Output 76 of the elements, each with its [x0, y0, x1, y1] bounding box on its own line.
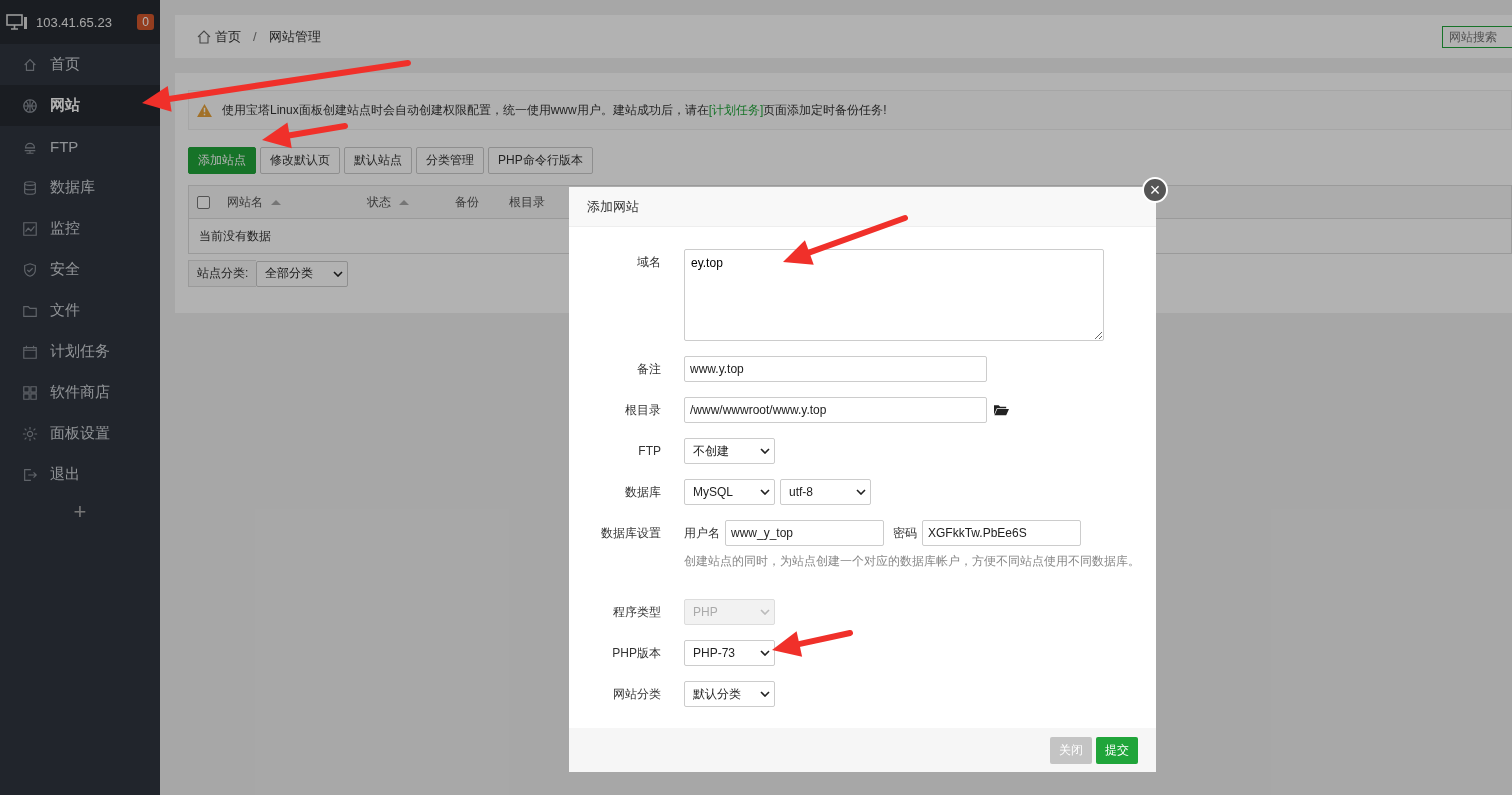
home-icon: [197, 29, 211, 44]
sidebar-item[interactable]: 首页: [0, 44, 160, 85]
charset-select[interactable]: utf-8: [780, 479, 871, 505]
sidebar-item[interactable]: 数据库: [0, 167, 160, 208]
ftp-select[interactable]: 不创建: [684, 438, 775, 464]
sidebar-item[interactable]: 监控: [0, 208, 160, 249]
field-label: 根目录: [624, 402, 661, 419]
home-icon: [22, 56, 38, 73]
toolbar-button[interactable]: 默认站点: [344, 147, 412, 174]
field-label: 程序类型: [612, 604, 661, 621]
hint-text: 创建站点的同时，为站点创建一个对应的数据库帐户，方便不同站点使用不同数据库。: [684, 553, 1140, 570]
database-select[interactable]: MySQL: [684, 479, 775, 505]
column-header[interactable]: 根目录: [509, 193, 545, 211]
toolbar-button[interactable]: 修改默认页: [260, 147, 340, 174]
chevron-down-icon[interactable]: [760, 448, 770, 454]
gear-icon: [22, 425, 38, 442]
field-label: 数据库: [624, 484, 661, 501]
select-all-checkbox[interactable]: [197, 195, 210, 209]
sidebar-item[interactable]: 面板设置: [0, 413, 160, 454]
field-label: 用户名: [684, 525, 720, 542]
grid-icon: [22, 384, 38, 401]
sidebar-item[interactable]: 安全: [0, 249, 160, 290]
chevron-down-icon[interactable]: [760, 650, 770, 656]
empty-message: 当前没有数据: [199, 227, 271, 245]
field-label: 密码: [893, 525, 917, 542]
column-header[interactable]: 备份: [455, 193, 509, 211]
sidebar-item[interactable]: 计划任务: [0, 331, 160, 372]
toolbar-button[interactable]: 分类管理: [416, 147, 484, 174]
sidebar-item[interactable]: 软件商店: [0, 372, 160, 413]
column-header[interactable]: 状态: [367, 193, 455, 211]
field-label: 备注: [636, 361, 661, 378]
breadcrumb-separator: /: [253, 29, 257, 44]
password-field[interactable]: XGFkkTw.PbEe6S: [922, 520, 1081, 546]
chevron-down-icon[interactable]: [856, 489, 866, 495]
category-select[interactable]: 全部分类: [256, 260, 349, 287]
add-button[interactable]: +: [67, 499, 93, 525]
chevron-down-icon[interactable]: [760, 691, 770, 697]
breadcrumb-current: 网站管理: [268, 27, 321, 46]
logout-icon: [22, 466, 38, 483]
globe-icon: [22, 97, 38, 114]
domain-field[interactable]: ey.top: [684, 249, 1104, 341]
chevron-down-icon[interactable]: [333, 270, 344, 277]
field-label: FTP: [637, 443, 661, 460]
database-icon: [22, 179, 38, 196]
root-directory-field[interactable]: /www/wwwroot/www.y.top: [684, 397, 987, 423]
sidebar-item[interactable]: FTP: [0, 126, 160, 167]
column-header[interactable]: 网站名: [227, 193, 367, 211]
folder-icon[interactable]: [994, 404, 1009, 416]
field-label: 数据库设置: [600, 525, 661, 542]
notice-link[interactable]: [计划任务]: [708, 102, 764, 117]
chart-icon: [22, 220, 38, 237]
chevron-down-icon[interactable]: [760, 489, 770, 495]
shield-icon: [22, 261, 38, 278]
dialog-title: 添加网站: [587, 197, 639, 216]
sidebar-item[interactable]: 文件: [0, 290, 160, 331]
calendar-icon: [22, 343, 38, 360]
php-version-select[interactable]: PHP-73: [684, 640, 775, 666]
field-label: 网站分类: [612, 686, 661, 703]
server-ip: 103.41.65.23: [36, 14, 113, 30]
field-label: 域名: [636, 254, 661, 271]
sidebar-item[interactable]: 网站: [0, 85, 160, 126]
monitor-icon: [6, 14, 28, 30]
filter-label: 站点分类:: [188, 260, 257, 287]
toolbar-button[interactable]: 添加站点: [188, 147, 256, 174]
remark-field[interactable]: www.y.top: [684, 356, 987, 382]
breadcrumb-link[interactable]: 首页: [215, 27, 241, 46]
search-field[interactable]: 网站搜索: [1442, 25, 1512, 48]
site-category-select[interactable]: 默认分类: [684, 681, 775, 707]
sidebar-item[interactable]: 退出: [0, 454, 160, 495]
dialog-button[interactable]: 提交: [1096, 736, 1138, 764]
warning-icon: [197, 103, 212, 117]
notice-text: 使用宝塔Linux面板创建站点时会自动创建权限配置，统一使用www用户。建站成功后，请在[计划任务]页面添加定时备份任务!: [222, 101, 887, 119]
field-label: PHP版本: [611, 645, 661, 662]
toolbar-button[interactable]: PHP命令行版本: [488, 147, 593, 174]
notification-badge: 0: [137, 14, 154, 30]
username-field[interactable]: www_y_top: [725, 520, 884, 546]
